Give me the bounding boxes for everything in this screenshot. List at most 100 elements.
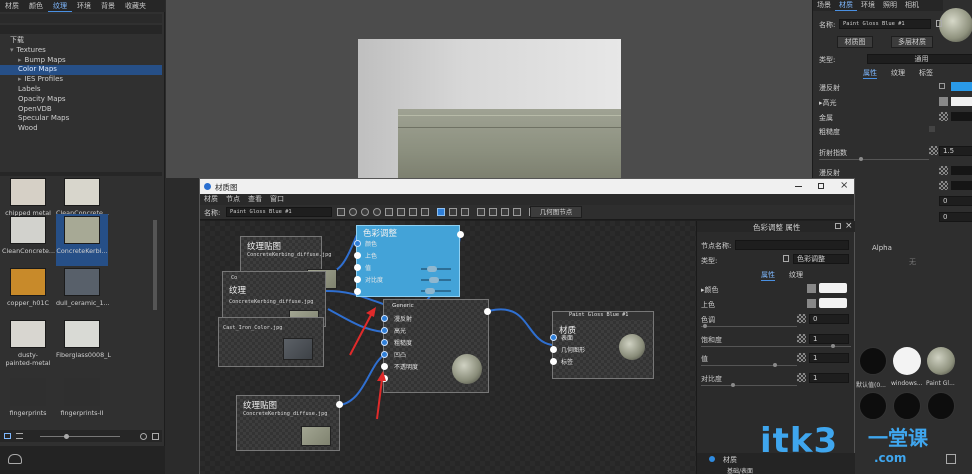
fit-icon[interactable] [489, 208, 497, 216]
color-swatch[interactable] [819, 298, 847, 308]
value-field[interactable]: 0 [939, 212, 972, 222]
tree-item-wood[interactable]: Wood [0, 124, 162, 134]
texture-icon[interactable] [797, 353, 806, 362]
specular-color-swatch[interactable] [951, 97, 972, 106]
value-field[interactable]: 0 [939, 196, 972, 206]
tree-item-bump-maps[interactable]: ▸ Bump Maps [0, 56, 162, 66]
subtab-labels[interactable]: 标签 [919, 68, 933, 79]
thumbnail-item[interactable]: dusty-painted-metal [2, 320, 54, 367]
tree-item-labels[interactable]: Labels [0, 85, 162, 95]
node-name-field[interactable] [735, 240, 849, 250]
tab-lighting[interactable]: 照明 [879, 0, 901, 11]
align-icon[interactable] [397, 208, 405, 216]
view-mode-icon[interactable] [437, 208, 445, 216]
maximize-icon[interactable] [818, 183, 824, 189]
geometry-node-button[interactable]: 几何图节点 [530, 206, 582, 218]
hue-field[interactable]: 0 [809, 314, 849, 324]
tab-backplates[interactable]: 背景 [96, 0, 120, 12]
value-field[interactable]: 1 [809, 353, 849, 363]
grid-view-icon[interactable] [4, 433, 11, 439]
pick-icon[interactable] [349, 208, 357, 216]
frame-icon[interactable] [477, 208, 485, 216]
save-icon[interactable] [936, 20, 942, 27]
tree-item-base[interactable]: 基础/表面 [727, 466, 753, 474]
multi-layer-button[interactable]: 多层材质 [891, 36, 933, 48]
color-swatch[interactable] [951, 181, 972, 190]
texture-icon[interactable] [929, 146, 938, 155]
slider-icon[interactable] [939, 83, 945, 89]
swatch-sphere[interactable] [893, 392, 921, 420]
chevron-down-icon[interactable]: ▾ [10, 46, 14, 54]
thumbnail-size-slider[interactable] [40, 436, 120, 437]
material-type-select[interactable]: 通用 [867, 54, 972, 64]
ior-slider[interactable] [819, 159, 929, 160]
texture-icon[interactable] [807, 284, 816, 293]
subtab-textures[interactable]: 纹理 [789, 270, 803, 280]
graph-material-name-field[interactable]: Paint Gloss Blue #1 [226, 207, 332, 217]
ior-field[interactable]: 1.5 [939, 146, 972, 156]
slider-knob[interactable] [831, 344, 835, 348]
texture-icon[interactable] [939, 181, 948, 190]
reset-icon[interactable] [373, 208, 381, 216]
add-folder-icon[interactable] [140, 433, 147, 440]
tab-material[interactable]: 材质 [835, 0, 857, 11]
texture-icon[interactable] [807, 299, 816, 308]
thumbnail-item[interactable]: CleanConcrete... [2, 216, 55, 255]
chevron-right-icon[interactable]: ▸ [18, 75, 22, 83]
thumbnail-item[interactable]: chipped metal [2, 178, 54, 217]
tree-item-opacity-maps[interactable]: Opacity Maps [0, 95, 162, 105]
view-mode-icon[interactable] [461, 208, 469, 216]
saturation-field[interactable]: 1 [809, 334, 849, 344]
diffuse-color-swatch[interactable] [951, 82, 972, 91]
metal-color-swatch[interactable] [951, 112, 972, 121]
minimize-icon[interactable] [795, 186, 802, 187]
material-graph-button[interactable]: 材质图 [837, 36, 873, 48]
hue-slider[interactable] [701, 326, 797, 327]
slider-knob[interactable] [859, 157, 863, 161]
tree-item-openvdb[interactable]: OpenVDB [0, 105, 162, 115]
swatch-sphere[interactable] [927, 392, 955, 420]
list-view-icon[interactable] [16, 433, 23, 439]
view-mode-icon[interactable] [449, 208, 457, 216]
tab-scene[interactable]: 场景 [813, 0, 835, 11]
tab-favorites[interactable]: 收藏夹 [120, 0, 151, 12]
tree-item-color-maps[interactable]: Color Maps [0, 65, 162, 76]
texture-icon[interactable] [797, 373, 806, 382]
texture-icon[interactable] [797, 314, 806, 323]
menu-window[interactable]: 窗口 [266, 194, 288, 205]
tab-camera[interactable]: 相机 [901, 0, 923, 11]
thumbnail-item[interactable]: fingerprints [2, 378, 54, 417]
resize-grip-icon[interactable] [946, 454, 956, 464]
tab-colors[interactable]: 颜色 [24, 0, 48, 12]
tree-item-downloads[interactable]: 下载 [0, 36, 162, 46]
save-icon[interactable] [337, 208, 345, 216]
delete-icon[interactable] [421, 208, 429, 216]
close-icon[interactable]: × [845, 221, 853, 231]
thumbnail-item[interactable]: fingerprints-II [56, 378, 108, 417]
texture-icon[interactable] [939, 166, 948, 175]
tree-item-textures[interactable]: ▾ Textures [0, 46, 162, 56]
contrast-slider[interactable] [701, 385, 797, 386]
cloud-icon[interactable] [8, 454, 22, 464]
thumbnail-item[interactable]: dull_ceramic_1... [56, 268, 110, 307]
grid-icon[interactable] [409, 208, 417, 216]
panel-splitter[interactable] [0, 172, 162, 176]
swatch-sphere[interactable] [859, 347, 887, 375]
grid-icon[interactable] [513, 208, 521, 216]
tab-environment[interactable]: 环境 [857, 0, 879, 11]
layout-icon[interactable] [385, 208, 393, 216]
node-graph-canvas[interactable]: 纹理贴图 ConcreteKerbing_diffuse.jpg Co 纹理 C… [200, 221, 696, 474]
thumbnail-item[interactable]: Fiberglass0008_L [56, 320, 111, 359]
slider-knob[interactable] [64, 434, 69, 439]
menu-material[interactable]: 材质 [200, 194, 222, 205]
swatch-sphere[interactable] [859, 392, 887, 420]
slider-knob[interactable] [731, 383, 735, 387]
texture-icon[interactable] [939, 97, 948, 106]
texture-icon[interactable] [939, 112, 948, 121]
node-type-field[interactable]: 色彩调整 [793, 254, 849, 264]
thumbnail-item[interactable]: copper_h01C [2, 268, 54, 307]
target-icon[interactable] [361, 208, 369, 216]
window-titlebar[interactable]: 材质图 × [200, 179, 854, 194]
slider-knob[interactable] [773, 363, 777, 367]
texture-icon[interactable] [929, 126, 935, 132]
